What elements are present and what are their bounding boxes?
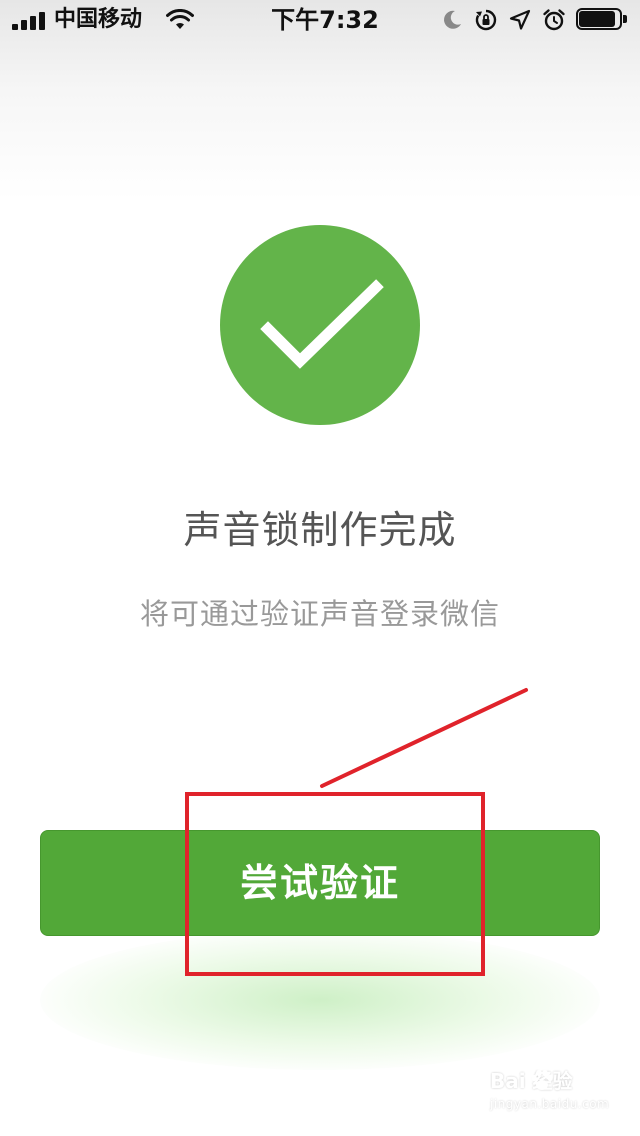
paw-icon — [531, 1069, 553, 1090]
signal-icon — [12, 12, 48, 30]
wifi-icon — [166, 8, 194, 31]
alarm-icon — [543, 9, 565, 31]
success-badge — [220, 225, 420, 425]
try-verify-button[interactable]: 尝试验证 — [40, 830, 600, 936]
rotation-lock-icon — [475, 9, 497, 31]
page-title: 声音锁制作完成 — [183, 508, 457, 552]
pointer-line — [320, 688, 528, 788]
battery-icon — [576, 8, 630, 32]
carrier-name: 中国移动 — [54, 7, 143, 32]
status-time: 下午7:32 — [271, 6, 379, 34]
page-subtitle: 将可通过验证声音登录微信 — [139, 597, 500, 631]
baidu-watermark: Bai 经验 jingyan.baidu.com — [490, 1066, 610, 1118]
location-icon — [509, 9, 531, 30]
screen: 中国移动 下午7:32 声音锁制作完成 将可通过验证声音登录微信 尝试验证 Ba… — [0, 0, 640, 1136]
status-bar: 中国移动 下午7:32 — [0, 0, 640, 40]
background-glow — [40, 930, 600, 1070]
status-indicators — [440, 6, 630, 34]
checkmark-icon — [260, 279, 384, 369]
moon-icon — [444, 10, 461, 29]
watermark-url: jingyan.baidu.com — [490, 1097, 610, 1111]
